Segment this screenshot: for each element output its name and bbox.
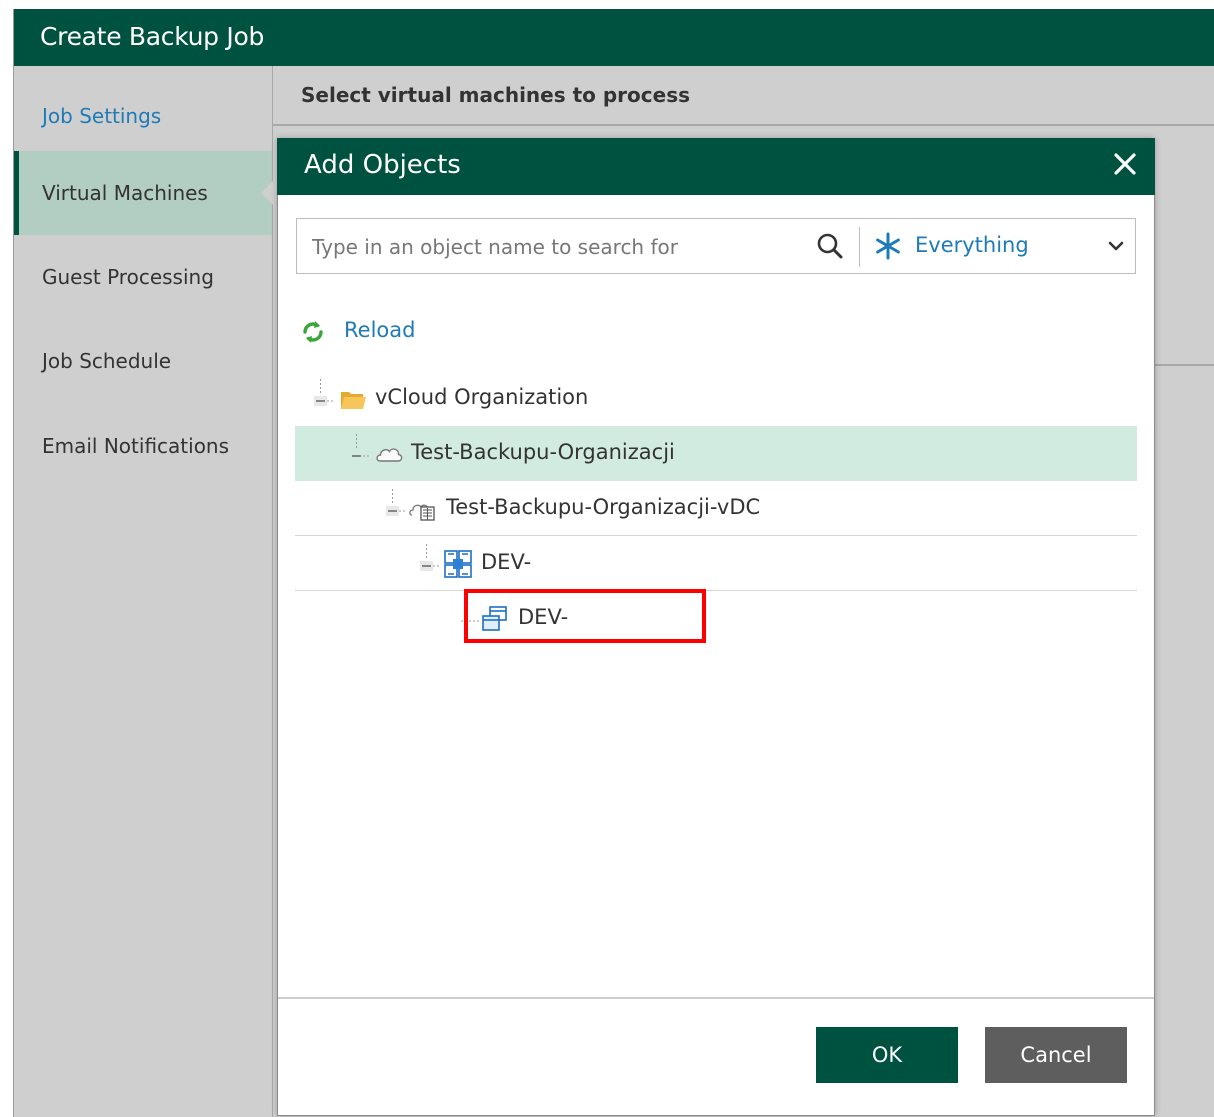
dialog-header: Add Objects xyxy=(277,138,1155,195)
divider xyxy=(13,220,14,222)
reload-label: Reload xyxy=(344,318,416,342)
add-objects-dialog: Add Objects Everything xyxy=(277,138,1155,1116)
step-virtual-machines[interactable]: Virtual Machines xyxy=(14,151,273,235)
tree-node-dev-vm[interactable]: DEV- xyxy=(295,591,1137,646)
vapp-icon xyxy=(444,550,472,578)
step-guest-processing[interactable]: Guest Processing xyxy=(14,235,272,319)
active-step-pointer xyxy=(261,181,273,205)
reload-icon xyxy=(300,318,326,346)
tree-node-dev-vapp[interactable]: DEV- xyxy=(295,536,1137,591)
wizard-header: Create Backup Job xyxy=(14,9,1214,66)
divider xyxy=(859,227,860,267)
vdc-icon xyxy=(409,504,435,521)
step-job-schedule[interactable]: Job Schedule xyxy=(14,319,272,403)
collapse-toggle-icon[interactable] xyxy=(311,371,333,426)
folder-icon xyxy=(341,392,366,409)
wizard-subtitle: Select virtual machines to process xyxy=(301,83,691,107)
tree-node-label: Test-Backupu-Organizacji xyxy=(411,440,675,464)
tree-node-label: vCloud Organization xyxy=(375,385,589,409)
close-icon[interactable] xyxy=(1109,148,1141,180)
tree-node-vcloud-organization[interactable]: vCloud Organization xyxy=(295,371,1137,426)
step-label: Virtual Machines xyxy=(42,181,208,205)
step-job-settings[interactable]: Job Settings xyxy=(14,74,272,158)
asterisk-icon xyxy=(873,231,903,261)
tree-connector xyxy=(461,620,481,622)
wizard-steps-sidebar: Job Settings Virtual Machines Guest Proc… xyxy=(14,66,273,1117)
filter-selected-value: Everything xyxy=(915,233,1029,257)
search-input[interactable] xyxy=(297,219,824,275)
divider xyxy=(1154,364,1214,366)
dialog-title: Add Objects xyxy=(304,150,461,180)
collapse-toggle-icon[interactable] xyxy=(417,536,439,591)
cancel-button[interactable]: Cancel xyxy=(985,1027,1127,1083)
collapse-toggle-icon[interactable] xyxy=(383,481,405,536)
wizard-main-header: Select virtual machines to process xyxy=(273,66,1214,126)
inventory-tree: vCloud Organization Test-Backupu-Organiz… xyxy=(295,371,1137,671)
divider xyxy=(278,997,1154,999)
wizard-title: Create Backup Job xyxy=(40,22,265,51)
tree-node-label: DEV- xyxy=(518,605,569,629)
chevron-down-icon xyxy=(1107,237,1125,255)
tree-node-label: Test-Backupu-Organizacji-vDC xyxy=(446,495,761,519)
vm-icon xyxy=(482,606,507,631)
search-icon[interactable] xyxy=(815,231,845,261)
step-email-notifications[interactable]: Email Notifications xyxy=(14,404,272,488)
cloud-icon xyxy=(376,448,403,462)
collapse-toggle-icon[interactable] xyxy=(347,426,369,481)
ok-button[interactable]: OK xyxy=(816,1027,958,1083)
search-box: Everything xyxy=(296,218,1136,275)
tree-node-label: DEV- xyxy=(481,550,532,574)
object-type-filter-dropdown[interactable]: Everything xyxy=(867,219,1135,273)
tree-node-test-backupu-organizacji-vdc[interactable]: Test-Backupu-Organizacji-vDC xyxy=(295,481,1137,536)
tree-node-test-backupu-organizacji[interactable]: Test-Backupu-Organizacji xyxy=(295,426,1137,481)
